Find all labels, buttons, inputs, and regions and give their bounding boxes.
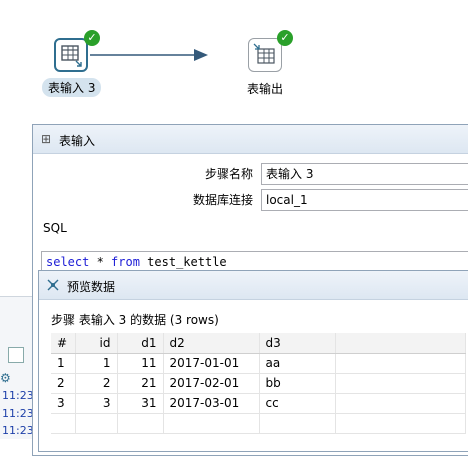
table-output-icon (253, 43, 275, 64)
sql-text: test_kettle (139, 255, 227, 269)
settings-icon[interactable]: ⚙ (0, 371, 11, 385)
table-cell: 11 (117, 353, 164, 374)
table-cell: 2 (75, 373, 118, 394)
db-connection-select[interactable]: local_1 (261, 189, 468, 211)
preview-icon (47, 279, 59, 291)
table-cell: 1 (75, 353, 118, 374)
table-cell: 21 (117, 373, 164, 394)
preview-summary: 步骤 表输入 3 的数据 (3 rows) (51, 313, 219, 327)
success-check-icon: ✓ (277, 30, 293, 46)
table-output-step-label[interactable]: 表输出 (247, 80, 283, 97)
log-timestamp: 11:23 (2, 389, 34, 402)
table-grid-icon (61, 45, 82, 67)
sql-keyword: from (111, 255, 140, 269)
db-connection-label: 数据库连接 (192, 193, 253, 207)
document-icon[interactable] (8, 347, 24, 363)
hop-arrow[interactable] (90, 47, 220, 63)
dialog-title-bar[interactable]: ⊞ 表输入 (33, 125, 468, 154)
table-row[interactable]: 3 3 31 2017-03-01 cc (51, 393, 466, 414)
table-cell-filler (335, 393, 466, 414)
table-cell: 3 (51, 393, 76, 414)
column-header[interactable]: d1 (117, 333, 164, 354)
preview-table: # id d1 d2 d3 1 1 11 2017-01-01 aa 2 2 2… (51, 333, 466, 434)
table-cell-filler (335, 373, 466, 394)
table-cell: 2017-01-01 (163, 353, 260, 374)
column-header[interactable]: id (75, 333, 118, 354)
table-cell: 3 (75, 393, 118, 414)
log-timestamp: 11:23 (2, 424, 34, 437)
table-cell-filler (335, 353, 466, 374)
table-header-row: # id d1 d2 d3 (51, 333, 466, 354)
step-name-label: 步骤名称 (204, 167, 253, 181)
table-cell: bb (259, 373, 336, 394)
dialog-title: 表输入 (59, 134, 96, 148)
column-header[interactable]: d2 (163, 333, 260, 354)
preview-title: 预览数据 (67, 280, 116, 294)
step-name-input[interactable]: 表输入 3 (261, 163, 468, 185)
table-input-step-label[interactable]: 表输入 3 (42, 78, 102, 97)
table-cell: 31 (117, 393, 164, 414)
log-timestamp: 11:23 (2, 407, 34, 420)
table-input-step-icon[interactable] (54, 38, 88, 72)
table-cell: 2017-02-01 (163, 373, 260, 394)
table-row[interactable]: 1 1 11 2017-01-01 aa (51, 353, 466, 374)
table-cell: 1 (51, 353, 76, 374)
dialog-app-icon: ⊞ (41, 132, 52, 146)
table-row-empty (51, 413, 466, 434)
sql-keyword: select (46, 255, 90, 269)
sql-text: * (89, 255, 112, 269)
table-row[interactable]: 2 2 21 2017-02-01 bb (51, 373, 466, 394)
column-header[interactable]: # (51, 333, 76, 354)
success-check-icon: ✓ (84, 30, 100, 46)
column-header[interactable]: d3 (259, 333, 336, 354)
table-cell: cc (259, 393, 336, 414)
table-cell: 2 (51, 373, 76, 394)
sql-label: SQL (43, 221, 67, 235)
table-output-step-icon[interactable] (248, 38, 282, 72)
column-header-filler (335, 333, 466, 354)
preview-title-bar[interactable]: 预览数据 (39, 271, 468, 300)
preview-data-dialog: 预览数据 步骤 表输入 3 的数据 (3 rows) # id d1 d2 d3… (38, 270, 468, 452)
table-cell: 2017-03-01 (163, 393, 260, 414)
table-cell: aa (259, 353, 336, 374)
